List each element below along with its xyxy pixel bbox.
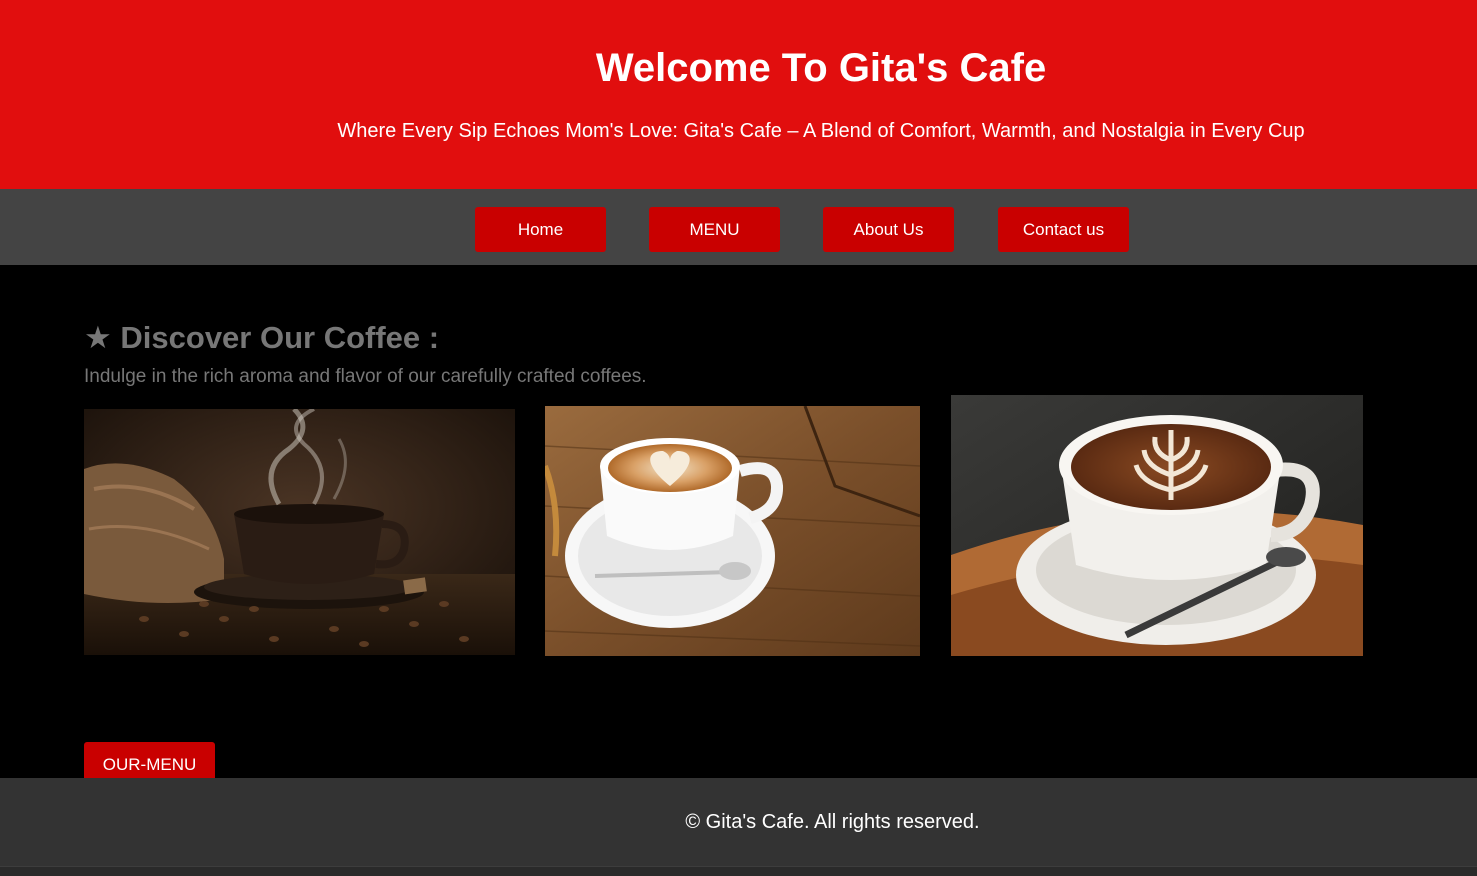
site-tagline: Where Every Sip Echoes Mom's Love: Gita'…	[337, 120, 1305, 142]
section-subtitle: Indulge in the rich aroma and flavor of …	[84, 366, 647, 387]
coffee-photo-cappuccino	[951, 395, 1363, 656]
coffee-section: ★ Discover Our Coffee : Indulge in the r…	[0, 265, 1477, 782]
coffee-photo-steaming-cup	[84, 409, 515, 655]
nav-home-button[interactable]: Home	[475, 207, 606, 252]
nav-contact-button[interactable]: Contact us	[998, 207, 1129, 252]
nav-menu-button[interactable]: MENU	[649, 207, 780, 252]
browser-bottom-edge	[0, 866, 1477, 876]
site-header: Welcome To Gita's Cafe Where Every Sip E…	[0, 0, 1477, 189]
section-title: ★ Discover Our Coffee :	[84, 320, 440, 355]
main-nav: Home MENU About Us Contact us	[0, 189, 1477, 265]
copyright-text: © Gita's Cafe. All rights reserved.	[685, 811, 980, 833]
coffee-photo-latte-heart	[545, 406, 920, 656]
our-menu-button[interactable]: OUR-MENU	[84, 742, 215, 782]
nav-about-button[interactable]: About Us	[823, 207, 954, 252]
site-title: Welcome To Gita's Cafe	[595, 46, 1047, 90]
site-footer: © Gita's Cafe. All rights reserved.	[0, 778, 1477, 866]
